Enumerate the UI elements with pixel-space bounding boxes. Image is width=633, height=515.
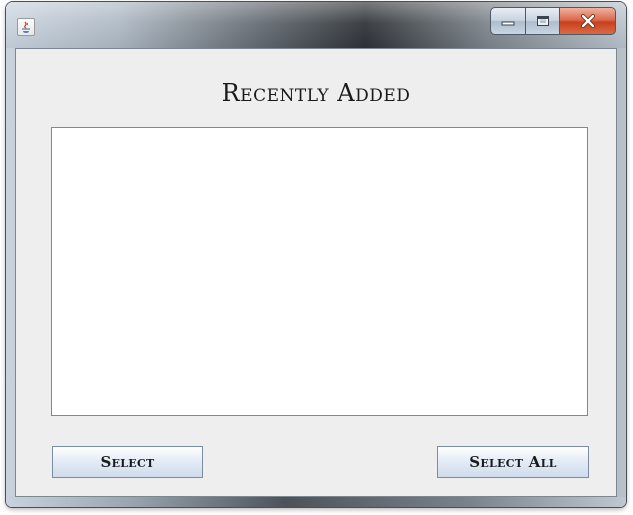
app-window: Recently Added Select Select All — [6, 2, 626, 507]
recently-added-list[interactable] — [51, 127, 588, 416]
window-controls — [490, 7, 616, 35]
close-button[interactable] — [560, 7, 616, 35]
window-bottom-frame — [6, 497, 626, 507]
recently-added-heading: Recently Added — [221, 79, 411, 107]
title-bar[interactable] — [6, 2, 626, 48]
minimize-button[interactable] — [490, 7, 526, 35]
maximize-icon — [536, 16, 549, 26]
select-all-button[interactable]: Select All — [437, 446, 589, 478]
minimize-icon — [501, 21, 515, 26]
java-cup-icon[interactable] — [17, 18, 35, 36]
maximize-button[interactable] — [526, 7, 560, 35]
select-button[interactable]: Select — [52, 446, 203, 478]
close-icon — [580, 14, 595, 28]
content-panel: Recently Added Select Select All — [15, 48, 617, 497]
